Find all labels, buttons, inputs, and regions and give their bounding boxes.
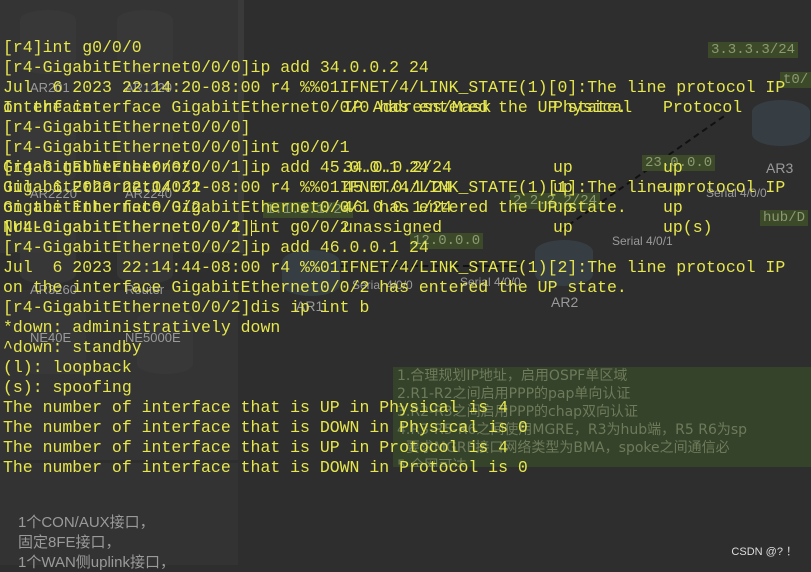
table-row: GigabitEthernet0/0/2 46.0.0.1/24 up up bbox=[3, 198, 785, 218]
terminal-line: [r4-GigabitEthernet0/0/0] bbox=[3, 118, 251, 137]
terminal-line: [r4]int g0/0/0 bbox=[3, 38, 142, 57]
cell-protocol: up bbox=[663, 178, 683, 197]
terminal-line: [r4-GigabitEthernet0/0/2]ip add 46.0.0.1… bbox=[3, 238, 429, 257]
header-protocol: Protocol bbox=[663, 98, 743, 117]
terminal-line: The number of interface that is DOWN in … bbox=[3, 418, 528, 437]
desc-line: 固定8FE接口， bbox=[18, 534, 121, 551]
cell-physical: up bbox=[553, 218, 573, 237]
terminal-lines: [r4]int g0/0/0 [r4-GigabitEthernet0/0/0]i… bbox=[3, 38, 785, 477]
header-interface: Interface bbox=[3, 98, 93, 117]
terminal-line: ^down: standby bbox=[3, 338, 142, 357]
cell-ip: 34.0.0.2/24 bbox=[343, 158, 452, 177]
table-row: NULL0 unassigned up up(s) bbox=[3, 218, 785, 238]
terminal-line: The number of interface that is UP in Pr… bbox=[3, 438, 508, 457]
cell-protocol: up bbox=[663, 198, 683, 217]
terminal-line: on the interface GigabitEthernet0/0/2 ha… bbox=[3, 278, 627, 297]
terminal-line: (l): loopback bbox=[3, 358, 132, 377]
terminal-line: The number of interface that is DOWN in … bbox=[3, 458, 528, 477]
terminal-line: *down: administratively down bbox=[3, 318, 281, 337]
cell-interface: GigabitEthernet0/0/1 bbox=[3, 178, 202, 197]
cell-ip: 46.0.0.1/24 bbox=[343, 198, 452, 217]
watermark: CSDN @? ！ bbox=[731, 546, 797, 558]
cell-interface: NULL0 bbox=[3, 218, 53, 237]
table-row: GigabitEthernet0/0/0 34.0.0.2/24 up up bbox=[3, 158, 785, 178]
cell-protocol: up bbox=[663, 158, 683, 177]
cell-ip: 45.0.0.1/24 bbox=[343, 178, 452, 197]
cell-physical: up bbox=[553, 198, 573, 217]
terminal-line: [r4-GigabitEthernet0/0/0]int g0/0/1 bbox=[3, 138, 350, 157]
cell-physical: up bbox=[553, 158, 573, 177]
header-ip: IP Address/Mask bbox=[343, 98, 492, 117]
table-row: GigabitEthernet0/0/1 45.0.0.1/24 up up bbox=[3, 178, 785, 198]
terminal-line: [r4-GigabitEthernet0/0/0]ip add 34.0.0.2… bbox=[3, 58, 429, 77]
terminal-line: (s): spoofing bbox=[3, 378, 132, 397]
terminal-line: The number of interface that is UP in Ph… bbox=[3, 398, 508, 417]
cell-ip: unassigned bbox=[343, 218, 443, 237]
table-header: Interface IP Address/Mask Physical Proto… bbox=[3, 98, 785, 118]
terminal-line: Jul 6 2023 22:14:44-08:00 r4 %%01IFNET/4… bbox=[3, 258, 786, 277]
terminal-output[interactable]: [r4]int g0/0/0 [r4-GigabitEthernet0/0/0]i… bbox=[3, 0, 785, 477]
cell-physical: up bbox=[553, 178, 573, 197]
desc-line: 1个CON/AUX接口， bbox=[18, 514, 155, 531]
header-physical: Physical bbox=[553, 98, 633, 117]
terminal-line: [r4-GigabitEthernet0/0/2]dis ip int b bbox=[3, 298, 370, 317]
cell-interface: GigabitEthernet0/0/0 bbox=[3, 158, 202, 177]
terminal-line: Jul 6 2023 22:14:20-08:00 r4 %%01IFNET/4… bbox=[3, 78, 786, 97]
cell-protocol: up(s) bbox=[663, 218, 713, 237]
desc-line: 1个WAN侧uplink接口， bbox=[18, 554, 175, 571]
cell-interface: GigabitEthernet0/0/2 bbox=[3, 198, 202, 217]
